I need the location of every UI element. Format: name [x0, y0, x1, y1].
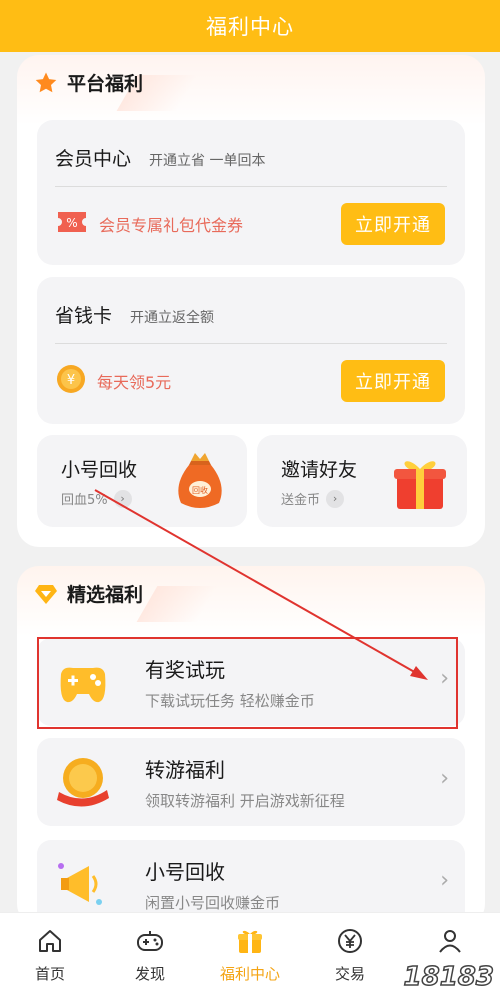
- tab-home[interactable]: 首页: [0, 913, 100, 998]
- tile-subtitle: 回血5%: [61, 493, 108, 508]
- member-center-subtitle: 开通立省 一单回本: [149, 153, 266, 169]
- profile-icon: [436, 927, 464, 955]
- coin-icon: ¥: [55, 363, 87, 399]
- section-title: 平台福利: [67, 73, 144, 95]
- entry-subtitle: 领取转游福利 开启游戏新征程: [145, 792, 345, 810]
- coupon-icon: %: [55, 209, 89, 239]
- coin-transfer-icon: [53, 752, 113, 812]
- yen-icon: [336, 927, 364, 955]
- annotation-highlight-box: [37, 637, 458, 729]
- section-header-decoration: [136, 586, 218, 622]
- tab-welfare-center[interactable]: 福利中心: [200, 913, 300, 998]
- invite-friends-tile[interactable]: 邀请好友 送金币 ›: [257, 435, 467, 527]
- entry-subtitle: 闲置小号回收赚金币: [145, 894, 281, 912]
- gift-icon: [236, 927, 264, 955]
- tab-label: 发现: [134, 965, 165, 983]
- star-icon: [33, 70, 59, 96]
- megaphone-icon: [53, 854, 113, 914]
- platform-welfare-header: 平台福利: [33, 69, 143, 96]
- top-bar: 福利中心: [0, 0, 500, 52]
- tile-subtitle: 送金币: [281, 493, 321, 508]
- member-promo-text: 会员专属礼包代金券: [99, 216, 244, 235]
- tab-discover[interactable]: 发现: [100, 913, 200, 998]
- saver-card-subtitle: 开通立返全额: [130, 310, 215, 326]
- tab-label: 交易: [334, 965, 365, 983]
- entry-title: 转游福利: [145, 758, 225, 782]
- divider: [55, 343, 447, 344]
- platform-welfare-card: 平台福利 会员中心 开通立省 一单回本 % 会员专属礼包代金券 立即开通 省钱卡…: [17, 55, 485, 547]
- chevron-right-icon: ›: [113, 489, 132, 508]
- entry-title: 小号回收: [145, 860, 225, 884]
- account-recycle-tile[interactable]: 小号回收 回血5% › 回收: [37, 435, 247, 527]
- tab-label: 福利中心: [219, 965, 280, 983]
- saver-card-title: 省钱卡: [55, 305, 113, 327]
- section-title: 精选福利: [67, 584, 144, 606]
- svg-text:%: %: [66, 216, 77, 230]
- selected-welfare-card: 精选福利 有奖试玩 下载试玩任务 轻松赚金币 › 转游福利 领取转游福利 开启游…: [17, 566, 485, 926]
- gamepad-icon: [136, 927, 164, 955]
- money-bag-icon: 回收: [167, 449, 233, 515]
- tab-trade[interactable]: 交易: [300, 913, 400, 998]
- watermark-logo: 18183: [403, 961, 495, 993]
- member-center-card[interactable]: 会员中心 开通立省 一单回本 % 会员专属礼包代金券 立即开通: [37, 120, 465, 265]
- tile-title: 小号回收: [61, 459, 138, 481]
- chevron-right-icon: ›: [326, 489, 345, 508]
- diamond-icon: [33, 581, 59, 607]
- saver-promo-text: 每天领5元: [97, 373, 172, 392]
- home-icon: [36, 927, 64, 955]
- svg-text:¥: ¥: [67, 373, 75, 388]
- chevron-right-icon: ›: [440, 868, 449, 893]
- tab-label: 首页: [34, 965, 65, 983]
- chevron-right-icon: ›: [440, 766, 449, 791]
- member-open-button[interactable]: 立即开通: [341, 203, 445, 245]
- selected-welfare-header: 精选福利: [33, 580, 143, 607]
- saver-open-button[interactable]: 立即开通: [341, 360, 445, 402]
- gift-box-icon: [387, 449, 453, 515]
- saver-card[interactable]: 省钱卡 开通立返全额 ¥ 每天领5元 立即开通: [37, 277, 465, 424]
- member-center-title: 会员中心: [55, 148, 132, 170]
- watermark-text: 18183: [403, 961, 495, 993]
- page-title: 福利中心: [206, 15, 294, 39]
- divider: [55, 186, 447, 187]
- transfer-game-entry[interactable]: 转游福利 领取转游福利 开启游戏新征程 ›: [37, 738, 465, 826]
- tile-title: 邀请好友: [281, 459, 358, 481]
- svg-text:回收: 回收: [192, 485, 208, 495]
